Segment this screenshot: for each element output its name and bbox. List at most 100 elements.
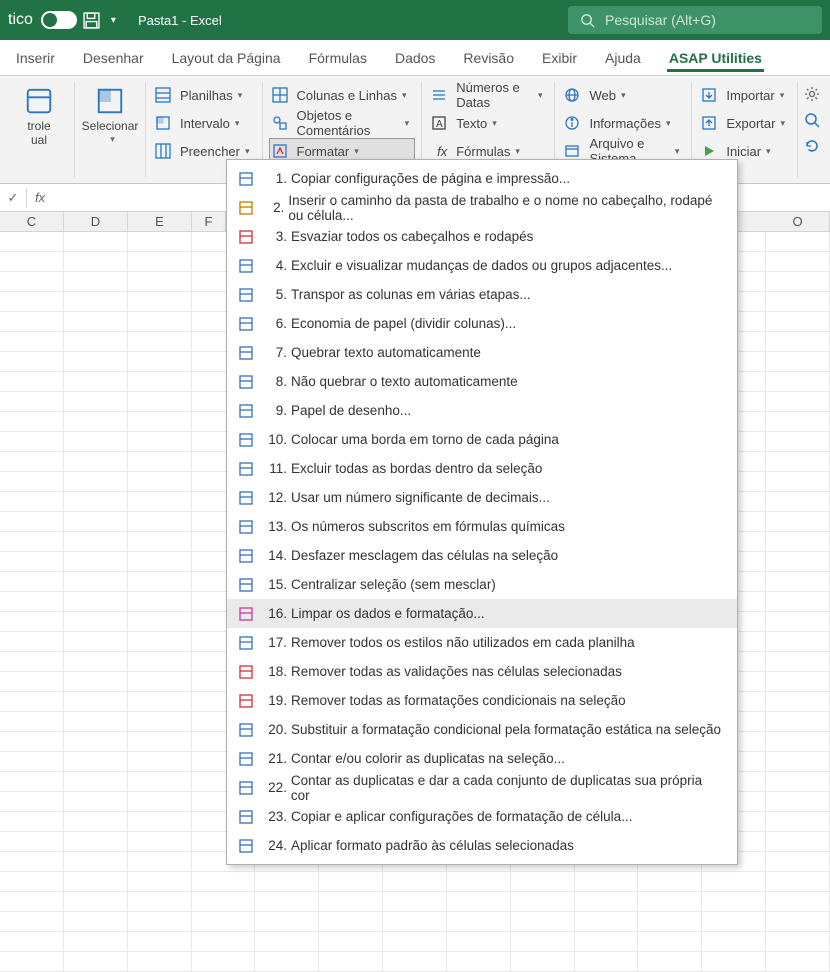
cell[interactable]	[319, 892, 383, 911]
column-header[interactable]: D	[64, 212, 128, 231]
cell[interactable]	[447, 952, 511, 971]
cell[interactable]	[128, 232, 192, 251]
intervalo-button[interactable]: Intervalo▾	[152, 110, 256, 136]
column-header[interactable]: F	[192, 212, 226, 231]
cell[interactable]	[64, 372, 128, 391]
cell[interactable]	[383, 912, 447, 931]
cell[interactable]	[128, 332, 192, 351]
cell[interactable]	[0, 492, 64, 511]
cell[interactable]	[64, 332, 128, 351]
cell[interactable]	[64, 612, 128, 631]
numeros-datas-button[interactable]: Números e Datas▾	[428, 82, 548, 108]
cell[interactable]	[0, 672, 64, 691]
gear-icon[interactable]	[804, 86, 820, 102]
cell[interactable]	[255, 912, 319, 931]
menu-item-22[interactable]: 22.Contar as duplicatas e dar a cada con…	[227, 773, 737, 802]
cell[interactable]	[128, 432, 192, 451]
cell[interactable]	[64, 792, 128, 811]
cell[interactable]	[766, 752, 830, 771]
cell[interactable]	[64, 532, 128, 551]
cell[interactable]	[128, 652, 192, 671]
cell[interactable]	[128, 592, 192, 611]
cell[interactable]	[0, 432, 64, 451]
column-header[interactable]: O	[766, 212, 830, 231]
column-header[interactable]: C	[0, 212, 64, 231]
cell[interactable]	[511, 952, 575, 971]
cell[interactable]	[64, 712, 128, 731]
cell[interactable]	[0, 712, 64, 731]
tab-revisao[interactable]: Revisão	[461, 44, 516, 72]
cell[interactable]	[766, 512, 830, 531]
cell[interactable]	[0, 292, 64, 311]
cell[interactable]	[766, 592, 830, 611]
cell[interactable]	[383, 872, 447, 891]
cell[interactable]	[702, 952, 766, 971]
cell[interactable]	[64, 892, 128, 911]
cell[interactable]	[766, 792, 830, 811]
cell[interactable]	[64, 292, 128, 311]
cell[interactable]	[0, 272, 64, 291]
cell[interactable]	[128, 792, 192, 811]
cell[interactable]	[0, 632, 64, 651]
menu-item-10[interactable]: 10.Colocar uma borda em torno de cada pá…	[227, 425, 737, 454]
menu-item-3[interactable]: 3.Esvaziar todos os cabeçalhos e rodapés	[227, 222, 737, 251]
cell[interactable]	[0, 832, 64, 851]
cell[interactable]	[0, 392, 64, 411]
cell[interactable]	[319, 912, 383, 931]
web-button[interactable]: Web▾	[561, 82, 685, 108]
qat-dropdown-icon[interactable]: ▾	[111, 15, 116, 26]
cell[interactable]	[128, 612, 192, 631]
refresh-icon[interactable]	[804, 138, 820, 154]
cell[interactable]	[766, 532, 830, 551]
cell[interactable]	[638, 872, 702, 891]
cell[interactable]	[128, 472, 192, 491]
trole-button[interactable]: trole ual	[10, 82, 68, 152]
cell[interactable]	[575, 952, 639, 971]
cell[interactable]	[128, 932, 192, 951]
fx-icon[interactable]: fx	[29, 190, 51, 205]
cell[interactable]	[64, 692, 128, 711]
menu-item-15[interactable]: 15.Centralizar seleção (sem mesclar)	[227, 570, 737, 599]
cell[interactable]	[192, 892, 256, 911]
cell[interactable]	[0, 892, 64, 911]
cell[interactable]	[128, 532, 192, 551]
cell[interactable]	[766, 452, 830, 471]
menu-item-19[interactable]: 19.Remover todas as formatações condicio…	[227, 686, 737, 715]
cell[interactable]	[64, 572, 128, 591]
cell[interactable]	[0, 312, 64, 331]
tab-ajuda[interactable]: Ajuda	[603, 44, 643, 72]
cell[interactable]	[0, 692, 64, 711]
cell[interactable]	[128, 412, 192, 431]
cell[interactable]	[766, 892, 830, 911]
cell[interactable]	[447, 912, 511, 931]
cell[interactable]	[255, 952, 319, 971]
cell[interactable]	[766, 412, 830, 431]
cell[interactable]	[64, 392, 128, 411]
menu-item-5[interactable]: 5.Transpor as colunas em várias etapas..…	[227, 280, 737, 309]
cell[interactable]	[0, 872, 64, 891]
tab-desenhar[interactable]: Desenhar	[81, 44, 146, 72]
cell[interactable]	[638, 952, 702, 971]
menu-item-12[interactable]: 12.Usar um número significante de decima…	[227, 483, 737, 512]
cell[interactable]	[128, 372, 192, 391]
cell[interactable]	[766, 252, 830, 271]
tab-layout[interactable]: Layout da Página	[170, 44, 283, 72]
cell[interactable]	[64, 632, 128, 651]
cell[interactable]	[511, 872, 575, 891]
cell[interactable]	[0, 592, 64, 611]
cell[interactable]	[192, 872, 256, 891]
selecionar-button[interactable]: Selecionar ▾	[81, 82, 139, 148]
cell[interactable]	[128, 352, 192, 371]
cell[interactable]	[64, 812, 128, 831]
search-input[interactable]: Pesquisar (Alt+G)	[568, 6, 822, 34]
cell[interactable]	[255, 932, 319, 951]
cell[interactable]	[766, 812, 830, 831]
cell[interactable]	[64, 772, 128, 791]
cell[interactable]	[0, 252, 64, 271]
cell[interactable]	[64, 932, 128, 951]
cell[interactable]	[0, 792, 64, 811]
cell[interactable]	[383, 892, 447, 911]
cell[interactable]	[64, 352, 128, 371]
exportar-button[interactable]: Exportar▾	[698, 110, 791, 136]
cell[interactable]	[64, 852, 128, 871]
